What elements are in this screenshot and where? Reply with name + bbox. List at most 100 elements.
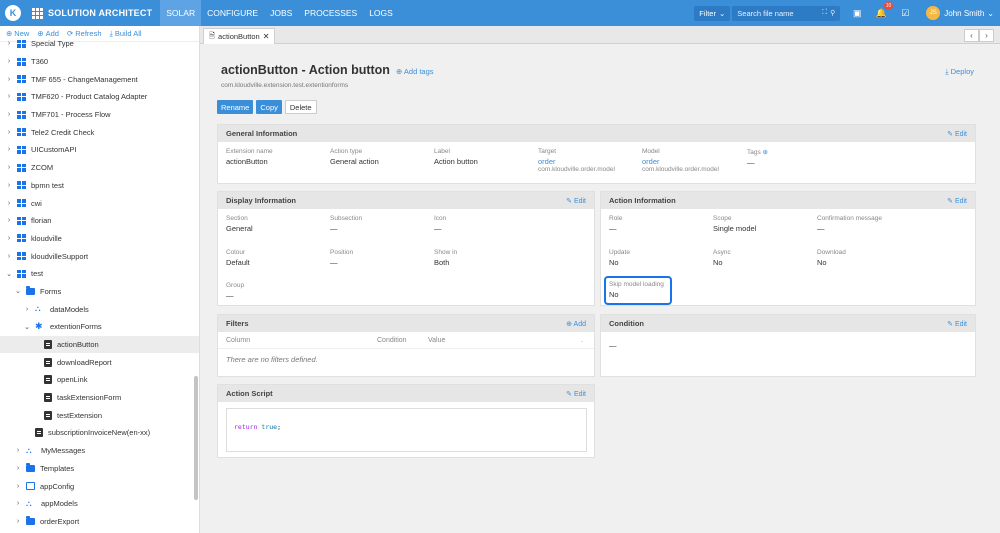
tree-item-label: actionButton — [57, 340, 99, 350]
search-icon[interactable]: ⚲ — [830, 9, 835, 17]
avatar[interactable]: JS — [926, 6, 941, 20]
tasks-check-icon[interactable]: ☑ — [898, 6, 912, 20]
chevron-right-icon[interactable]: › — [5, 58, 13, 65]
tree-item[interactable]: ⌄ test — [0, 265, 199, 283]
close-icon[interactable]: ✕ — [263, 32, 270, 41]
nav-jobs[interactable]: JOBS — [264, 0, 298, 26]
chevron-right-icon[interactable]: › — [14, 465, 22, 472]
tree-item[interactable]: › florian — [0, 212, 199, 230]
chevron-right-icon[interactable]: › — [5, 253, 13, 260]
tree-item[interactable]: › kloudville — [0, 230, 199, 248]
report-icon[interactable]: ▣ — [850, 6, 864, 20]
chevron-right-icon[interactable]: › — [5, 200, 13, 207]
tree-item[interactable]: subscriptionInvoiceNew(en-xx) — [0, 424, 199, 442]
tree-item[interactable]: › Tele2 Credit Check — [0, 123, 199, 141]
tree-item[interactable]: taskExtensionForm — [0, 389, 199, 407]
add-tags-link[interactable]: ⊕ Add tags — [396, 67, 434, 76]
tree-item[interactable]: actionButton — [0, 335, 199, 354]
chevron-left-icon[interactable]: ‹ — [964, 29, 979, 42]
add-filter-button[interactable]: ⊕ Add — [566, 320, 586, 328]
tree-item[interactable]: › TMF 655 - ChangeManagement — [0, 70, 199, 88]
app-logo[interactable]: K — [0, 0, 26, 26]
tree-item-label: Templates — [40, 463, 75, 473]
filter-dropdown[interactable]: Filter ⌄ — [694, 5, 731, 21]
chevron-right-icon[interactable]: › — [14, 518, 22, 525]
tab-strip: 🗎 actionButton ✕ ‹ › — [200, 26, 1000, 44]
nav-logs[interactable]: LOGS — [363, 0, 399, 26]
script-code-viewer[interactable]: return true; — [226, 408, 587, 452]
tree-item-label: bpmn test — [31, 180, 64, 190]
update-value: No — [609, 258, 619, 267]
tree-item-label: extentionForms — [50, 322, 102, 332]
chevron-down-icon[interactable]: ⌄ — [14, 287, 22, 295]
add-button[interactable]: ⊕ Add — [37, 29, 59, 38]
tree-item[interactable]: › ⛬ MyMessages — [0, 442, 199, 460]
tree-item[interactable]: › kloudvilleSupport — [0, 247, 199, 265]
chevron-right-icon[interactable]: › — [5, 182, 13, 189]
build-all-button[interactable]: ⤓ Build All — [110, 29, 142, 39]
grid-icon — [17, 39, 26, 48]
edit-button[interactable]: ✎ Edit — [947, 130, 967, 138]
edit-button[interactable]: ✎ Edit — [566, 197, 586, 205]
rename-button[interactable]: Rename — [217, 100, 254, 114]
chevron-right-icon[interactable]: › — [14, 500, 22, 507]
tree-item[interactable]: › Templates — [0, 460, 199, 478]
tree-item[interactable]: › TMF701 - Process Flow — [0, 106, 199, 124]
tree-item[interactable]: ⌄ Forms — [0, 283, 199, 301]
nav-processes[interactable]: PROCESSES — [298, 0, 363, 26]
chevron-right-icon[interactable]: › — [14, 483, 22, 490]
tree-item[interactable]: openLink — [0, 371, 199, 389]
tree-item[interactable]: › TMF620 - Product Catalog Adapter — [0, 88, 199, 106]
nav-configure[interactable]: CONFIGURE — [201, 0, 264, 26]
chevron-down-icon: ⌄ — [987, 8, 994, 18]
chevron-right-icon[interactable]: › — [14, 447, 22, 454]
chevron-right-icon[interactable]: › — [5, 146, 13, 153]
chevron-right-icon[interactable]: › — [23, 306, 31, 313]
tree-item[interactable]: ⌄ ✱ extentionForms — [0, 318, 199, 336]
tree-item[interactable]: › T360 — [0, 53, 199, 71]
tab-actionbutton[interactable]: 🗎 actionButton ✕ — [203, 28, 275, 44]
model-link[interactable]: order — [642, 157, 719, 166]
nav-solar[interactable]: SOLAR — [160, 0, 202, 26]
chevron-right-icon[interactable]: › — [5, 129, 13, 136]
edit-button[interactable]: ✎ Edit — [947, 197, 967, 205]
chevron-right-icon[interactable]: › — [5, 164, 13, 171]
tree-item[interactable]: › ZCOM — [0, 159, 199, 177]
chevron-down-icon[interactable]: ⌄ — [23, 323, 31, 331]
tree-item[interactable]: downloadReport — [0, 353, 199, 371]
tree-item[interactable]: › appConfig — [0, 477, 199, 495]
edit-button[interactable]: ✎ Edit — [566, 390, 586, 398]
tree-item[interactable]: › UICustomAPI — [0, 141, 199, 159]
chevron-right-icon[interactable]: › — [5, 111, 13, 118]
chevron-right-icon[interactable]: › — [979, 29, 994, 42]
new-button[interactable]: ⊕ New — [6, 29, 29, 38]
refresh-button[interactable]: ⟳ Refresh — [67, 29, 102, 38]
tree-item[interactable]: › ⛬ dataModels — [0, 300, 199, 318]
tree-item[interactable]: › orderExport — [0, 513, 199, 531]
chevron-right-icon[interactable]: › — [5, 40, 13, 47]
edit-button[interactable]: ✎ Edit — [947, 320, 967, 328]
sidebar-scrollbar[interactable] — [194, 376, 198, 500]
notifications-bell-icon[interactable]: 🔔 10 — [874, 2, 894, 20]
chevron-right-icon[interactable]: › — [5, 217, 13, 224]
deploy-button[interactable]: ⤓ Deploy — [945, 67, 974, 77]
search-input[interactable]: Search file name ⛶ ⚲ — [732, 5, 841, 21]
new-label: New — [14, 29, 30, 38]
tree-item[interactable]: testExtension — [0, 406, 199, 424]
app-switcher[interactable]: SOLUTION ARCHITECT — [26, 0, 160, 26]
tags-value: — — [747, 158, 755, 167]
chevron-right-icon[interactable]: › — [5, 76, 13, 83]
expand-icon[interactable]: ⛶ — [822, 9, 827, 17]
user-menu[interactable]: John Smith ⌄ — [944, 9, 994, 18]
tree-item[interactable]: › ⛬ appModels — [0, 495, 199, 513]
tree-item[interactable]: › cwi — [0, 194, 199, 212]
chevron-right-icon[interactable]: › — [5, 93, 13, 100]
delete-button[interactable]: Delete — [284, 100, 317, 114]
tree-item[interactable]: › bpmn test — [0, 177, 199, 195]
download-label: Download — [817, 249, 846, 256]
add-tag-plus-icon[interactable]: ⊕ — [763, 149, 768, 156]
copy-button[interactable]: Copy — [256, 100, 282, 114]
target-link[interactable]: order — [538, 157, 615, 166]
chevron-down-icon[interactable]: ⌄ — [5, 270, 13, 278]
chevron-right-icon[interactable]: › — [5, 235, 13, 242]
